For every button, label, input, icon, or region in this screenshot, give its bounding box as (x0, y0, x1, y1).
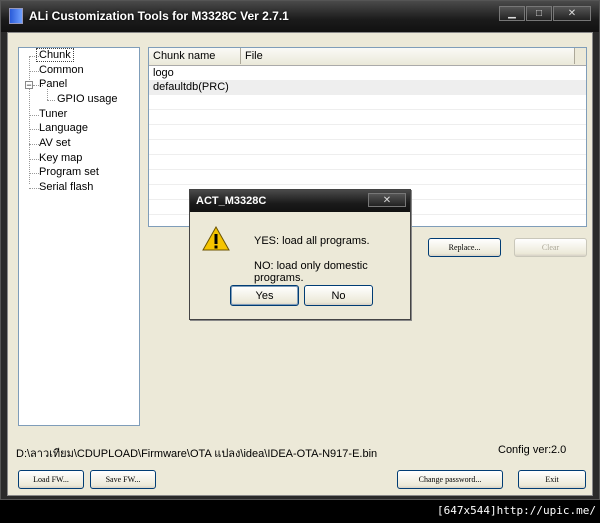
tree-item-gpio-usage[interactable]: GPIO usage (57, 93, 118, 105)
cell-file (241, 80, 245, 94)
tree-connector (29, 89, 30, 100)
exit-button[interactable]: Exit (518, 470, 586, 489)
tree-connector (29, 159, 39, 160)
dialog-title: ACT_M3328C (196, 195, 267, 207)
firmware-path: D:\ลาวเทียม\CDUPLOAD\Firmware\OTA แปลง\i… (16, 448, 378, 460)
table-row (149, 140, 586, 155)
table-row (149, 95, 586, 110)
tree-item-common[interactable]: Common (39, 64, 84, 76)
tree-item-serial-flash[interactable]: Serial flash (39, 181, 93, 193)
pane-splitter[interactable] (140, 47, 148, 426)
close-button[interactable]: ✕ (553, 6, 591, 21)
dialog-message-no: NO: load only domestic programs. (254, 260, 368, 284)
save-fw-button[interactable]: Save FW... (90, 470, 156, 489)
change-password-button[interactable]: Change password... (397, 470, 503, 489)
table-row (149, 170, 586, 185)
tree-item-program-set[interactable]: Program set (39, 166, 99, 178)
watermark: [647x544]http://upic.me/ (437, 504, 596, 517)
load-fw-button[interactable]: Load FW... (18, 470, 84, 489)
tree-connector (29, 129, 39, 130)
table-row[interactable]: logo (149, 66, 586, 81)
cell-chunk-name: defaultdb(PRC) (153, 81, 229, 93)
grid-header: Chunk name File (149, 48, 586, 66)
tree-connector (29, 115, 39, 116)
table-row (149, 125, 586, 140)
title-bar[interactable]: ALi Customization Tools for M3328C Ver 2… (1, 1, 599, 32)
column-header-chunk-name[interactable]: Chunk name (149, 48, 241, 64)
column-header-file[interactable]: File (241, 48, 575, 64)
no-button[interactable]: No (304, 285, 373, 306)
tree-item-chunk[interactable]: Chunk (36, 48, 74, 62)
tree-connector (29, 173, 39, 174)
tree-item-key-map[interactable]: Key map (39, 152, 82, 164)
tree-connector (47, 89, 48, 100)
tree-item-panel[interactable]: Panel (39, 78, 67, 90)
dialog-message-yes: YES: load all programs. (254, 235, 370, 247)
maximize-button[interactable]: □ (526, 6, 552, 21)
app-icon (9, 8, 23, 24)
yes-button[interactable]: Yes (230, 285, 299, 306)
tree-item-tuner[interactable]: Tuner (39, 108, 67, 120)
tree-item-av-set[interactable]: AV set (39, 137, 71, 149)
config-version-value: 2.0 (551, 444, 567, 456)
table-row (149, 110, 586, 125)
tree-connector (29, 188, 39, 189)
tree-connector (29, 56, 30, 184)
tree-item-language[interactable]: Language (39, 122, 88, 134)
table-row (149, 155, 586, 170)
table-row[interactable]: defaultdb(PRC) (149, 80, 586, 95)
replace-button[interactable]: Replace... (428, 238, 501, 257)
config-version-label: Config ver: (498, 444, 552, 456)
tree-connector (29, 71, 39, 72)
clear-button[interactable]: Clear (514, 238, 587, 257)
dialog-close-button[interactable]: ✕ (368, 193, 406, 207)
cell-chunk-name: logo (153, 67, 174, 79)
tree-connector (47, 100, 55, 101)
cell-file (241, 66, 245, 80)
collapse-icon[interactable]: − (25, 81, 33, 90)
window-title: ALi Customization Tools for M3328C Ver 2… (29, 9, 289, 23)
dialog-title-bar[interactable]: ACT_M3328C ✕ (190, 190, 410, 212)
tree-connector (29, 144, 39, 145)
minimize-button[interactable]: ▁ (499, 6, 525, 21)
confirm-dialog: ACT_M3328C ✕ YES: load all programs. NO:… (189, 189, 411, 320)
caption-buttons: ▁ □ ✕ (498, 6, 591, 21)
settings-tree[interactable]: − Chunk Common Panel GPIO usage Tuner La… (18, 47, 140, 426)
warning-icon (202, 226, 230, 251)
